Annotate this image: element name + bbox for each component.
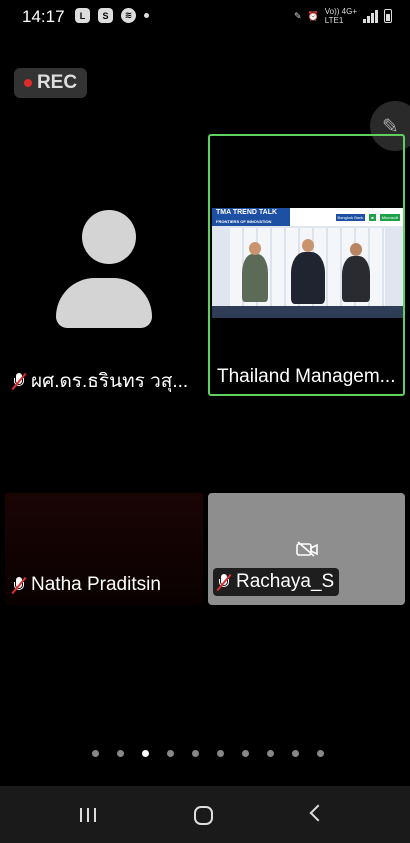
participant-name-tag: Natha Praditsin	[11, 574, 161, 596]
page-dot[interactable]	[267, 750, 274, 757]
speaker-figure	[242, 254, 268, 302]
page-dot[interactable]	[192, 750, 199, 757]
network-bottom-label: LTE1	[324, 16, 344, 25]
recording-indicator[interactable]: REC	[14, 68, 87, 98]
speaker-head	[350, 243, 362, 256]
back-icon[interactable]	[309, 804, 327, 822]
speaker-figure	[342, 256, 370, 302]
participant-name: Natha Praditsin	[31, 574, 161, 595]
status-bar: 14:17 L S ≋ ✎ ⏰ Vo)) 4G+ LTE1	[0, 0, 410, 32]
signal-icon	[363, 9, 378, 23]
page-dot[interactable]	[92, 750, 99, 757]
speaker-figure	[291, 252, 325, 304]
video-stream: TMA TREND TALK FRONTIERS OF INNOVATION B…	[212, 208, 403, 318]
record-dot-icon	[23, 79, 32, 87]
system-icons: ✎ ⏰ Vo)) 4G+ LTE1	[294, 7, 392, 25]
avatar-body	[56, 278, 152, 328]
mic-muted-icon	[216, 573, 232, 592]
participant-tile-active[interactable]: TMA TREND TALK FRONTIERS OF INNOVATION B…	[208, 134, 405, 396]
participant-name-tag: Thailand Managem...	[217, 366, 396, 388]
participant-tile[interactable]: Natha Praditsin	[5, 493, 203, 605]
sponsor-logos: Bangkok Bank ■ Microsoft	[290, 208, 403, 226]
page-dot[interactable]	[242, 750, 249, 757]
page-dot[interactable]	[217, 750, 224, 757]
more-notifications-icon	[144, 13, 149, 18]
participant-name-tag: ผศ.ดร.ธรินทร วสุ...	[11, 366, 188, 396]
participant-name: ผศ.ดร.ธรินทร วสุ...	[31, 371, 189, 392]
participant-name: Thailand Managem...	[217, 366, 396, 387]
sponsor-logo: Bangkok Bank	[335, 213, 366, 221]
stage-floor	[212, 306, 403, 318]
navigation-bar	[0, 786, 410, 843]
video-off-icon	[296, 541, 318, 557]
battery-icon	[384, 9, 392, 23]
notification-icons: L S ≋	[75, 8, 149, 23]
recent-apps-icon[interactable]	[80, 808, 96, 822]
participant-name: Rachaya_S	[236, 571, 335, 592]
page-dot[interactable]	[292, 750, 299, 757]
speaker-head	[249, 242, 261, 255]
shopping-bag-icon: S	[98, 8, 113, 23]
spotify-icon: ≋	[121, 8, 136, 23]
sponsor-logo: ■	[369, 213, 376, 221]
line-icon: L	[75, 8, 90, 23]
avatar-head	[82, 210, 136, 264]
recording-label: REC	[36, 72, 78, 93]
page-dot-active[interactable]	[142, 750, 149, 757]
participant-tile[interactable]: Rachaya_S	[208, 493, 405, 605]
page-dot[interactable]	[317, 750, 324, 757]
alarm-icon: ⏰	[307, 10, 319, 21]
sponsor-logo: Microsoft	[379, 213, 400, 221]
pen-icon: ✎	[293, 10, 302, 21]
mic-muted-icon	[11, 576, 27, 595]
participant-name-tag: Rachaya_S	[213, 568, 340, 596]
mic-muted-icon	[11, 372, 27, 391]
network-type: Vo)) 4G+ LTE1	[325, 7, 357, 25]
page-indicator[interactable]	[92, 750, 324, 757]
clock: 14:17	[22, 7, 65, 26]
page-dot[interactable]	[117, 750, 124, 757]
home-icon[interactable]	[194, 806, 213, 825]
page-dot[interactable]	[167, 750, 174, 757]
network-top-label: Vo)) 4G+	[324, 7, 357, 16]
speaker-head	[302, 239, 314, 252]
participant-tile[interactable]: ผศ.ดร.ธรินทร วสุ...	[5, 134, 203, 396]
